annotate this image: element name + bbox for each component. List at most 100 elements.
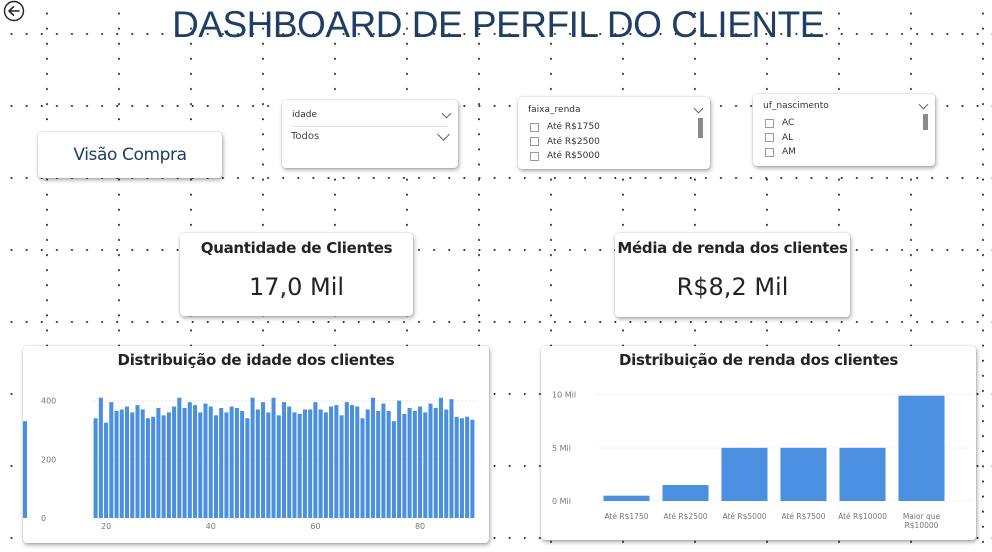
- option-label: Até R$2500: [547, 136, 600, 147]
- bar: [780, 447, 827, 501]
- histogram-bar: [93, 418, 98, 518]
- x-tick-label: Até R$7500: [781, 512, 825, 521]
- uf-option[interactable]: AC: [765, 116, 796, 131]
- faixa-renda-option[interactable]: Até R$5000: [530, 149, 600, 164]
- histogram-bar: [104, 422, 109, 518]
- uf-option[interactable]: AL: [765, 131, 796, 146]
- histogram-bar: [428, 403, 433, 518]
- y-tick-label: 0 Mil: [552, 497, 571, 506]
- kpi-title: Média de renda dos clientes: [617, 239, 848, 257]
- histogram-bar: [119, 409, 124, 518]
- histogram-bar: [423, 412, 428, 518]
- histogram-bar: [114, 410, 119, 518]
- histogram-bar: [323, 412, 328, 518]
- histogram-bar: [302, 409, 307, 518]
- x-tick-label: 20: [101, 522, 111, 531]
- histogram-bar: [386, 410, 391, 518]
- x-tick-label: 80: [415, 522, 425, 531]
- visao-compra-button[interactable]: Visão Compra: [38, 132, 222, 178]
- idade-histogram: 0 200 400 20 40 60 80: [23, 397, 475, 531]
- histogram-bar: [329, 406, 334, 518]
- histogram-bar: [208, 406, 213, 518]
- histogram-bar: [130, 412, 135, 518]
- histogram-bar: [297, 413, 302, 518]
- idade-dropdown[interactable]: Todos: [291, 126, 450, 146]
- x-tick-label: Até R$1750: [604, 512, 648, 521]
- uf-option[interactable]: AM: [765, 145, 796, 160]
- y-tick-label: 0: [41, 514, 46, 523]
- histogram-bar: [266, 412, 271, 518]
- histogram-bar: [193, 405, 198, 518]
- y-tick-label: 200: [41, 455, 56, 464]
- histogram-bar: [151, 416, 156, 518]
- option-label: AL: [782, 132, 794, 143]
- histogram-bar: [459, 418, 464, 518]
- histogram-bar: [444, 409, 449, 518]
- histogram-bar: [433, 408, 438, 518]
- x-tick-label: Até R$2500: [663, 512, 707, 521]
- scrollbar[interactable]: [698, 118, 703, 138]
- uf-nascimento-slicer: uf_nascimento AC AL AM: [753, 94, 935, 166]
- idade-slicer-label: idade: [292, 110, 317, 120]
- histogram-bar: [308, 409, 313, 518]
- faixa-renda-slicer-label: faixa_renda: [528, 105, 581, 115]
- histogram-bar: [203, 403, 208, 518]
- bar: [721, 447, 768, 501]
- faixa-renda-option[interactable]: Até R$1750: [530, 120, 600, 135]
- checkbox[interactable]: [765, 147, 774, 157]
- histogram-bar: [281, 402, 287, 518]
- histogram-bar: [229, 406, 234, 518]
- histogram-bar: [313, 402, 318, 518]
- histogram-bar: [23, 421, 28, 518]
- histogram-bar: [124, 406, 130, 518]
- renda-chart-card: Distribuição de renda dos clientes 0 Mil…: [541, 346, 976, 540]
- histogram-bar: [145, 418, 150, 518]
- checkbox[interactable]: [765, 118, 774, 128]
- histogram-bar: [172, 406, 177, 518]
- histogram-bar: [276, 415, 281, 518]
- histogram-bar: [245, 418, 250, 518]
- histogram-bar: [213, 415, 218, 518]
- bar: [839, 447, 886, 501]
- checkbox[interactable]: [530, 137, 539, 147]
- faixa-renda-option[interactable]: Até R$2500: [530, 135, 600, 150]
- checkbox[interactable]: [530, 122, 539, 132]
- option-label: AM: [782, 147, 796, 158]
- histogram-bar: [470, 419, 475, 518]
- kpi-value: 17,0 Mil: [248, 273, 345, 301]
- checkbox[interactable]: [530, 151, 539, 161]
- x-tick-label: R$10000: [905, 521, 939, 530]
- histogram-bar: [224, 412, 229, 518]
- kpi-media-renda: Média de renda dos clientes R$8,2 Mil: [615, 233, 850, 317]
- histogram-bar: [219, 408, 224, 518]
- kpi-quantidade-clientes: Quantidade de Clientes 17,0 Mil: [180, 233, 413, 316]
- histogram-bar: [234, 408, 239, 518]
- histogram-bar: [177, 397, 182, 518]
- histogram-bar: [344, 402, 349, 518]
- bar: [603, 495, 650, 501]
- histogram-bar: [318, 409, 323, 518]
- x-tick-label: 60: [310, 522, 320, 531]
- histogram-bar: [255, 409, 260, 518]
- histogram-bar: [240, 410, 245, 518]
- faixa-renda-slicer: faixa_renda Até R$1750 Até R$2500 Até R$…: [518, 97, 710, 169]
- scrollbar[interactable]: [923, 114, 928, 130]
- chevron-down-icon[interactable]: [693, 103, 704, 113]
- idade-selected-value: Todos: [291, 131, 320, 142]
- histogram-bar: [292, 412, 297, 518]
- chevron-down-icon[interactable]: [437, 128, 450, 141]
- histogram-bar: [370, 397, 375, 518]
- histogram-bar: [98, 397, 103, 518]
- y-tick-label: 5 Mil: [552, 444, 571, 453]
- histogram-bar: [198, 412, 203, 518]
- option-label: AC: [782, 118, 795, 129]
- y-tick-label: 10 Mil: [552, 391, 576, 400]
- checkbox[interactable]: [765, 133, 774, 143]
- histogram-bar: [449, 399, 454, 518]
- bar: [898, 395, 945, 501]
- option-label: Até R$1750: [547, 122, 600, 133]
- chevron-down-icon[interactable]: [918, 99, 929, 109]
- chevron-down-icon[interactable]: [441, 108, 452, 118]
- renda-bar-chart: 0 Mil 5 Mil 10 Mil Até R$1750 Até R$2500 Até …: [552, 391, 971, 530]
- histogram-bar: [140, 409, 145, 518]
